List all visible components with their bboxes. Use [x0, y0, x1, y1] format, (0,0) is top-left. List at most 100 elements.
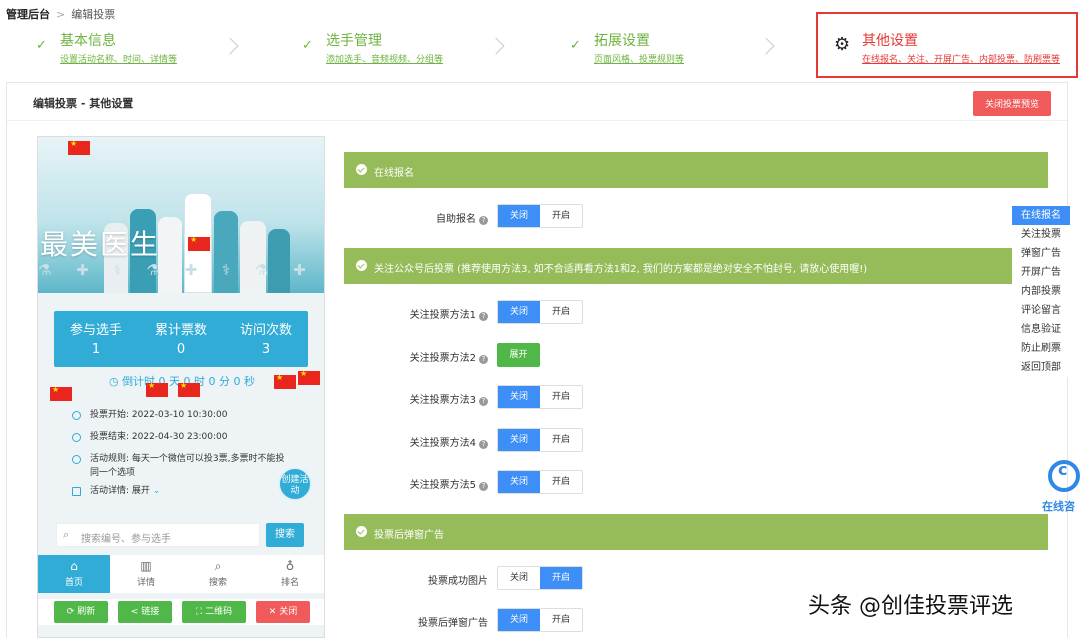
clock-icon: ◷ — [108, 375, 119, 388]
step-other-settings[interactable]: ⚙ 其他设置 在线报名、关注、开屏广告、内部投票、防刷票等 — [816, 12, 1078, 78]
stat-label: 参与选手 — [69, 323, 122, 338]
online-consult-widget[interactable]: 在线咨 — [1040, 460, 1080, 514]
step-title: 拓展设置 — [594, 33, 650, 49]
medal-icon: ♁ — [285, 559, 295, 573]
sidenav-item-splash-ads[interactable]: 开屏广告 — [1012, 263, 1070, 282]
search-icon: ⌕ — [214, 559, 222, 573]
help-icon[interactable]: ? — [479, 312, 488, 321]
bottom-tab-bar: ⌂ 首页 ▥ 详情 ⌕ 搜索 ♁ 排名 — [38, 555, 324, 593]
check-icon: ✓ — [36, 38, 47, 53]
sidenav-item-follow-vote[interactable]: 关注投票 — [1012, 225, 1070, 244]
popup-ad-toggle[interactable]: 关闭 开启 — [497, 608, 583, 632]
link-button[interactable]: < 链接 — [118, 601, 172, 623]
qrcode-button[interactable]: ⛶ 二维码 — [182, 601, 246, 623]
flag-icon — [274, 373, 296, 389]
tab-label: 排名 — [280, 578, 299, 588]
sidenav-item-comments[interactable]: 评论留言 — [1012, 301, 1070, 320]
sidenav-item-anti-fraud[interactable]: 防止刷票 — [1012, 339, 1070, 358]
toggle-on-option[interactable]: 开启 — [540, 301, 582, 323]
step-subtitle-link[interactable]: 设置活动名称、时间、详情等 — [60, 52, 177, 65]
follow-method-4-toggle[interactable]: 关闭 开启 — [497, 428, 583, 452]
toggle-on-option[interactable]: 开启 — [540, 567, 582, 589]
section-title: 投票后弹窗广告 — [374, 530, 444, 541]
toggle-on-option[interactable]: 开启 — [540, 205, 582, 227]
toggle-off-option[interactable]: 关闭 — [498, 471, 540, 493]
sidenav-item-back-to-top[interactable]: 返回顶部 — [1012, 358, 1070, 377]
toggle-off-option[interactable]: 关闭 — [498, 567, 540, 589]
help-icon[interactable]: ? — [479, 440, 488, 449]
row-label-text: 关注投票方法2 — [409, 353, 476, 364]
toggle-on-option[interactable]: 开启 — [540, 429, 582, 451]
breadcrumb-root[interactable]: 管理后台 — [6, 8, 50, 21]
step-subtitle-link[interactable]: 页面风格、投票规则等 — [594, 52, 684, 65]
row-follow-method-3: 关注投票方法3? 关闭 开启 — [344, 385, 1048, 411]
success-image-toggle[interactable]: 关闭 开启 — [497, 566, 583, 590]
row-label: 投票后弹窗广告 — [418, 614, 488, 629]
stat-total-votes: 累计票数 0 — [139, 319, 223, 357]
help-icon[interactable]: ? — [479, 482, 488, 491]
tab-home[interactable]: ⌂ 首页 — [38, 555, 110, 593]
check-circle-icon — [356, 526, 367, 537]
step-extension-settings[interactable]: ✓ 拓展设置 页面风格、投票规则等 — [570, 28, 775, 78]
toggle-off-option[interactable]: 关闭 — [498, 609, 540, 631]
tab-ranking[interactable]: ♁ 排名 — [254, 555, 324, 593]
section-popup-ads: 投票后弹窗广告 — [344, 514, 1048, 550]
sidenav-item-info-verify[interactable]: 信息验证 — [1012, 320, 1070, 339]
mobile-preview: 最美医生 ⚗ ✚ ⚕ ⚗ ✚ ⚕ ⚗ ✚ ⚕ ⚗ ✚ 参与选手 1 累计票数 0… — [37, 136, 325, 638]
check-icon: ✓ — [302, 38, 313, 53]
toggle-on-option[interactable]: 开启 — [540, 609, 582, 631]
check-icon: ✓ — [570, 38, 581, 53]
check-circle-icon — [356, 260, 367, 271]
create-activity-button[interactable]: 创建活动 — [278, 467, 312, 501]
toggle-off-option[interactable]: 关闭 — [498, 301, 540, 323]
step-basic-info[interactable]: ✓ 基本信息 设置活动名称、时间、详情等 — [36, 28, 239, 78]
toggle-off-option[interactable]: 关闭 — [498, 429, 540, 451]
close-preview-button[interactable]: 关闭投票预览 — [972, 91, 1051, 116]
tab-label: 详情 — [136, 578, 155, 588]
banner-title: 最美医生 — [40, 228, 161, 261]
row-label: 关注投票方法3? — [410, 391, 488, 406]
sidenav-item-online-signup[interactable]: 在线报名 — [1012, 206, 1070, 225]
tab-search[interactable]: ⌕ 搜索 — [182, 555, 254, 593]
section-title: 关注公众号后投票 (推荐使用方法3, 如不合适再看方法1和2, 我们的方案都是绝… — [374, 264, 868, 275]
row-label: 关注投票方法1? — [410, 306, 488, 321]
help-icon[interactable]: ? — [479, 355, 488, 364]
close-button[interactable]: ✕ 关闭 — [256, 601, 310, 623]
flag-icon — [178, 381, 200, 397]
sidenav-item-internal-vote[interactable]: 内部投票 — [1012, 282, 1070, 301]
breadcrumb-current: 编辑投票 — [71, 8, 116, 21]
help-icon[interactable]: ? — [479, 397, 488, 406]
stat-value: 0 — [176, 342, 186, 357]
step-title: 其他设置 — [862, 33, 918, 49]
chevron-right-icon — [221, 37, 239, 55]
row-follow-method-2: 关注投票方法2? 展开 — [344, 343, 1048, 369]
watermark: 头条 @创佳投票评选 — [808, 594, 1013, 619]
online-consult-label: 在线咨 — [1042, 500, 1075, 513]
chat-icon — [1048, 460, 1080, 492]
tab-details[interactable]: ▥ 详情 — [110, 555, 182, 593]
step-contestant-management[interactable]: ✓ 选手管理 添加选手、音频视频、分组等 — [302, 28, 505, 78]
row-label-text: 投票后弹窗广告 — [418, 618, 488, 629]
toggle-off-option[interactable]: 关闭 — [498, 386, 540, 408]
toggle-on-option[interactable]: 开启 — [540, 386, 582, 408]
help-icon[interactable]: ? — [479, 216, 488, 225]
search-box[interactable]: ⌕ 搜索编号、参与选手 — [56, 523, 260, 547]
toggle-on-option[interactable]: 开启 — [540, 471, 582, 493]
self-signup-toggle[interactable]: 关闭 开启 — [497, 204, 583, 228]
follow-method-3-toggle[interactable]: 关闭 开启 — [497, 385, 583, 409]
chevron-down-icon: ⌄ — [152, 486, 161, 496]
home-icon: ⌂ — [70, 559, 78, 573]
activity-details[interactable]: 活动详情: 展开 ⌄ — [90, 484, 160, 498]
step-subtitle-link[interactable]: 添加选手、音频视频、分组等 — [326, 52, 443, 65]
clock-icon — [72, 411, 81, 420]
follow-method-1-toggle[interactable]: 关闭 开启 — [497, 300, 583, 324]
refresh-button[interactable]: ⟳ 刷新 — [54, 601, 108, 623]
follow-method-5-toggle[interactable]: 关闭 开启 — [497, 470, 583, 494]
expand-button[interactable]: 展开 — [497, 343, 540, 367]
toggle-off-option[interactable]: 关闭 — [498, 205, 540, 227]
search-button[interactable]: 搜索 — [266, 523, 304, 547]
sidenav-item-popup-ads[interactable]: 弹窗广告 — [1012, 244, 1070, 263]
step-subtitle-link[interactable]: 在线报名、关注、开屏广告、内部投票、防刷票等 — [862, 52, 1060, 65]
row-label: 投票成功图片 — [428, 572, 488, 587]
bookmark-icon — [72, 487, 81, 496]
